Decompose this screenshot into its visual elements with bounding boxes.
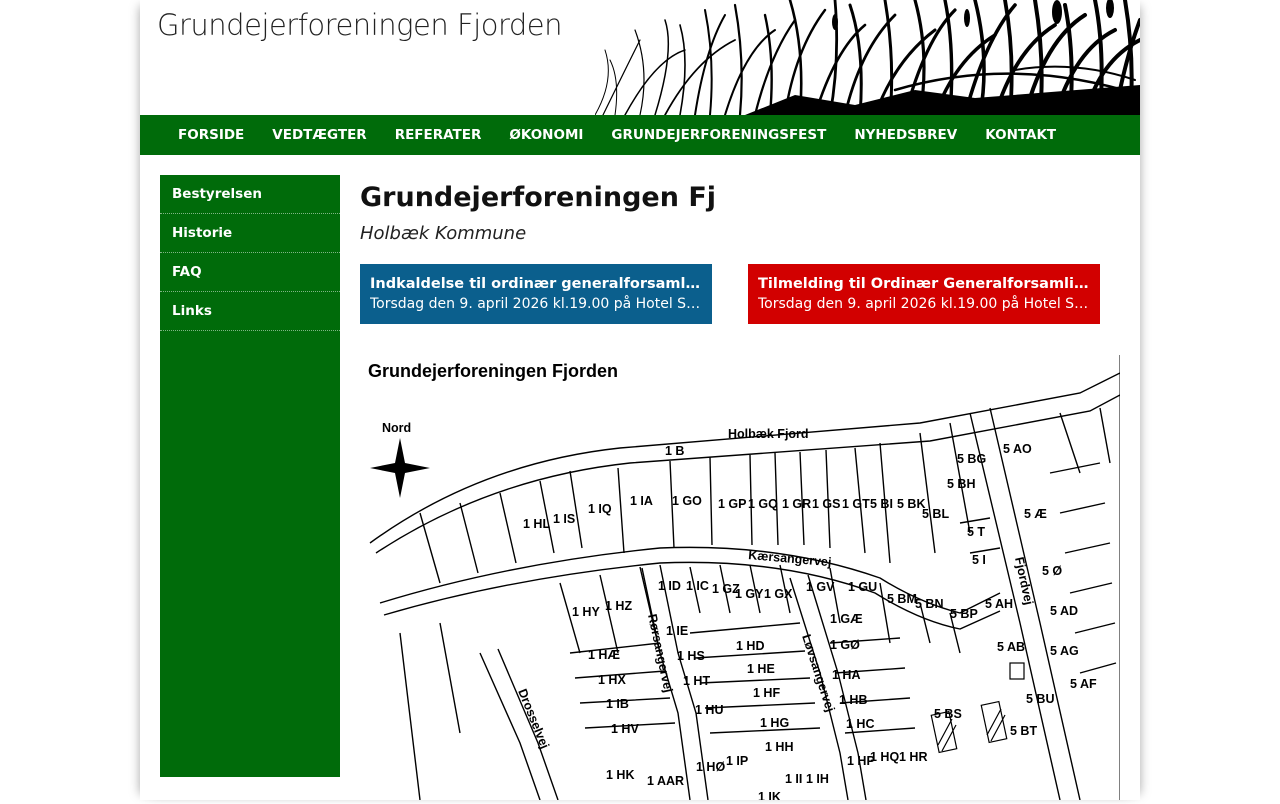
lot-label: 1 GO <box>672 494 702 508</box>
announcement-card-indkaldelse[interactable]: Indkaldelse til ordinær generalforsamlin… <box>360 264 712 324</box>
lot-label: 1 GU <box>848 580 877 594</box>
lot-label: 1 HQ <box>870 750 899 764</box>
lot-label: 1 GS <box>812 497 841 511</box>
main-navigation: FORSIDE VEDTÆGTER REFERATER ØKONOMI GRUN… <box>140 115 1140 155</box>
lot-label: 5 BI <box>870 497 893 511</box>
area-map-image: Grundejerforeningen Fjorden Nord Holbæk … <box>360 353 1121 804</box>
lot-label: 1 GV <box>806 580 835 594</box>
lot-label: 5 AH <box>985 597 1013 611</box>
lot-label: 5 BN <box>915 597 943 611</box>
lot-label: 1 HK <box>606 768 634 782</box>
lot-label: 1 HE <box>747 662 775 676</box>
nav-item-forside[interactable]: FORSIDE <box>164 127 258 143</box>
lot-label: 1 HT <box>683 674 710 688</box>
lot-label: 1 HØ <box>696 760 725 774</box>
lot-label: 1 II <box>785 772 802 786</box>
north-compass-icon <box>370 438 430 498</box>
lot-label: 1 ID <box>658 579 681 593</box>
lot-label: 5 AG <box>1050 644 1079 658</box>
lot-label: 5 BT <box>1010 724 1037 738</box>
sidebar-item-historie[interactable]: Historie <box>160 214 340 253</box>
lot-label: 5 BM <box>887 592 917 606</box>
lot-label: 1 HS <box>677 649 705 663</box>
lot-label: 1 HV <box>611 722 639 736</box>
nav-item-kontakt[interactable]: KONTAKT <box>971 127 1070 143</box>
lot-label: 5 BU <box>1026 692 1054 706</box>
card-title: Indkaldelse til ordinær generalforsamlin… <box>370 276 702 292</box>
lot-label: 5 AF <box>1070 677 1097 691</box>
lot-label: 5 AB <box>997 640 1025 654</box>
grass-banner-image <box>595 0 1140 115</box>
lot-label: 1 HY <box>572 605 600 619</box>
lot-label: 1 HG <box>760 716 789 730</box>
lot-label: 1 IS <box>553 512 575 526</box>
lot-label: 5 T <box>967 525 985 539</box>
lot-label: 1 HD <box>736 639 764 653</box>
nav-item-nyhedsbrev[interactable]: NYHEDSBREV <box>840 127 971 143</box>
card-text: Torsdag den 9. april 2026 kl.19.00 på Ho… <box>758 296 1090 312</box>
site-header: Grundejerforeningen Fjorden <box>140 0 1140 115</box>
page-subtitle: Holbæk Kommune <box>360 223 527 244</box>
lot-label: 1 HB <box>839 693 867 707</box>
lot-label: 1 GR <box>782 497 811 511</box>
lot-label: 1 HC <box>846 717 874 731</box>
lot-label: 5 BL <box>922 507 949 521</box>
lot-label: 1 GØ <box>830 638 860 652</box>
lot-label: 5 BP <box>950 607 978 621</box>
lot-label: 1 HÆ <box>588 648 620 662</box>
page-title: Grundejerforeningen Fj <box>360 182 717 213</box>
lot-label: 5 BH <box>947 477 975 491</box>
sidebar-item-faq[interactable]: FAQ <box>160 253 340 292</box>
lot-label: 1 GÆ <box>830 612 863 626</box>
lot-label: 5 BS <box>934 707 962 721</box>
map-north-label: Nord <box>382 421 411 435</box>
lot-label: 1 IQ <box>588 502 612 516</box>
card-title: Tilmelding til Ordinær Generalforsamling <box>758 276 1090 292</box>
lot-label: 1 IA <box>630 494 653 508</box>
area-map-drawing: Grundejerforeningen Fjorden Nord Holbæk … <box>368 355 1121 804</box>
lot-label: 1 HF <box>753 686 780 700</box>
lot-label: 5 AD <box>1050 604 1078 618</box>
road-label-drosselvej: Drosselvej <box>515 687 552 751</box>
lot-label: 5 BG <box>957 452 986 466</box>
lot-label: 1 GX <box>764 587 793 601</box>
lot-label: 1 HX <box>598 673 626 687</box>
lot-label: 1 GT <box>842 497 870 511</box>
lot-label: 1 GY <box>735 587 764 601</box>
lot-label: 5 Ø <box>1042 564 1062 578</box>
nav-item-vedtaegter[interactable]: VEDTÆGTER <box>258 127 380 143</box>
nav-item-okonomi[interactable]: ØKONOMI <box>495 127 597 143</box>
card-text: Torsdag den 9. april 2026 kl.19.00 på Ho… <box>370 296 702 312</box>
lot-label: 1 HU <box>695 703 723 717</box>
lot-label: 5 I <box>972 553 986 567</box>
lot-label: 1 HA <box>832 668 860 682</box>
nav-item-grundejerforeningsfest[interactable]: GRUNDEJERFORENINGSFEST <box>597 127 840 143</box>
lot-label: 1 HL <box>523 517 550 531</box>
sidebar: Bestyrelsen Historie FAQ Links <box>160 175 340 777</box>
lot-label: 1 IE <box>666 624 688 638</box>
lot-label: 5 AO <box>1003 442 1032 456</box>
lot-label: 1 IH <box>806 772 829 786</box>
lot-label: 1 GP <box>718 497 747 511</box>
map-title: Grundejerforeningen Fjorden <box>368 361 618 381</box>
lot-label: 1 HR <box>899 750 927 764</box>
nav-item-referater[interactable]: REFERATER <box>381 127 496 143</box>
lot-label: 1 IK <box>758 790 781 800</box>
sidebar-item-links[interactable]: Links <box>160 292 340 331</box>
lot-label: 1 GQ <box>748 497 778 511</box>
page-container: Grundejerforeningen Fjorden FORSIDE VEDT… <box>140 0 1140 804</box>
lot-label: 1 IP <box>726 754 748 768</box>
lot-label: 1 AAR <box>647 774 684 788</box>
lot-label: 1 HZ <box>605 599 632 613</box>
announcement-card-tilmelding[interactable]: Tilmelding til Ordinær Generalforsamling… <box>748 264 1100 324</box>
sidebar-item-bestyrelsen[interactable]: Bestyrelsen <box>160 175 340 214</box>
road-label-fjord: Holbæk Fjord <box>728 427 809 441</box>
lot-label: 5 Æ <box>1024 507 1047 521</box>
lot-label: 1 HH <box>765 740 793 754</box>
lot-label: 1 B <box>665 444 684 458</box>
lot-label: 1 IB <box>606 697 629 711</box>
site-title[interactable]: Grundejerforeningen Fjorden <box>157 8 563 42</box>
lot-label: 1 IC <box>686 579 709 593</box>
road-label-fjordvej: Fjordvej <box>1012 556 1036 606</box>
